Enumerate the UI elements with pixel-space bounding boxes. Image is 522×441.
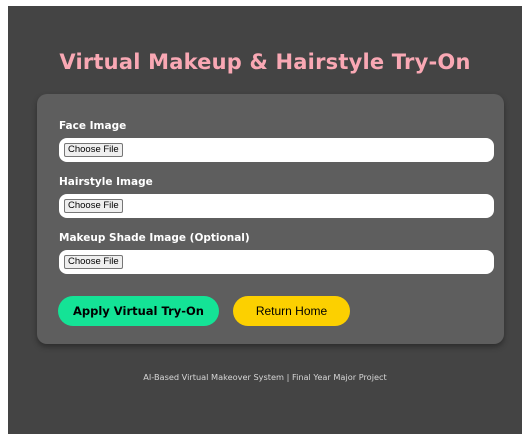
face-image-label: Face Image (59, 120, 127, 132)
return-home-button[interactable]: Return Home (233, 296, 350, 326)
face-image-file-input[interactable]: Choose File (59, 138, 494, 162)
hairstyle-image-label: Hairstyle Image (59, 176, 153, 188)
hairstyle-image-choose-file-button[interactable]: Choose File (64, 199, 123, 213)
page-title: Virtual Makeup & Hairstyle Try-On (59, 50, 471, 74)
footer-text: AI-Based Virtual Makeover System | Final… (143, 372, 387, 382)
page-background: Virtual Makeup & Hairstyle Try-On Face I… (8, 6, 522, 434)
makeup-shade-image-choose-file-button[interactable]: Choose File (64, 255, 123, 269)
apply-virtual-try-on-button[interactable]: Apply Virtual Try-On (58, 296, 219, 326)
makeup-shade-image-file-input[interactable]: Choose File (59, 250, 494, 274)
makeup-shade-image-label: Makeup Shade Image (Optional) (59, 232, 250, 244)
hairstyle-image-file-input[interactable]: Choose File (59, 194, 494, 218)
face-image-choose-file-button[interactable]: Choose File (64, 143, 123, 157)
upload-form-card: Face Image Choose File Hairstyle Image C… (37, 94, 504, 344)
